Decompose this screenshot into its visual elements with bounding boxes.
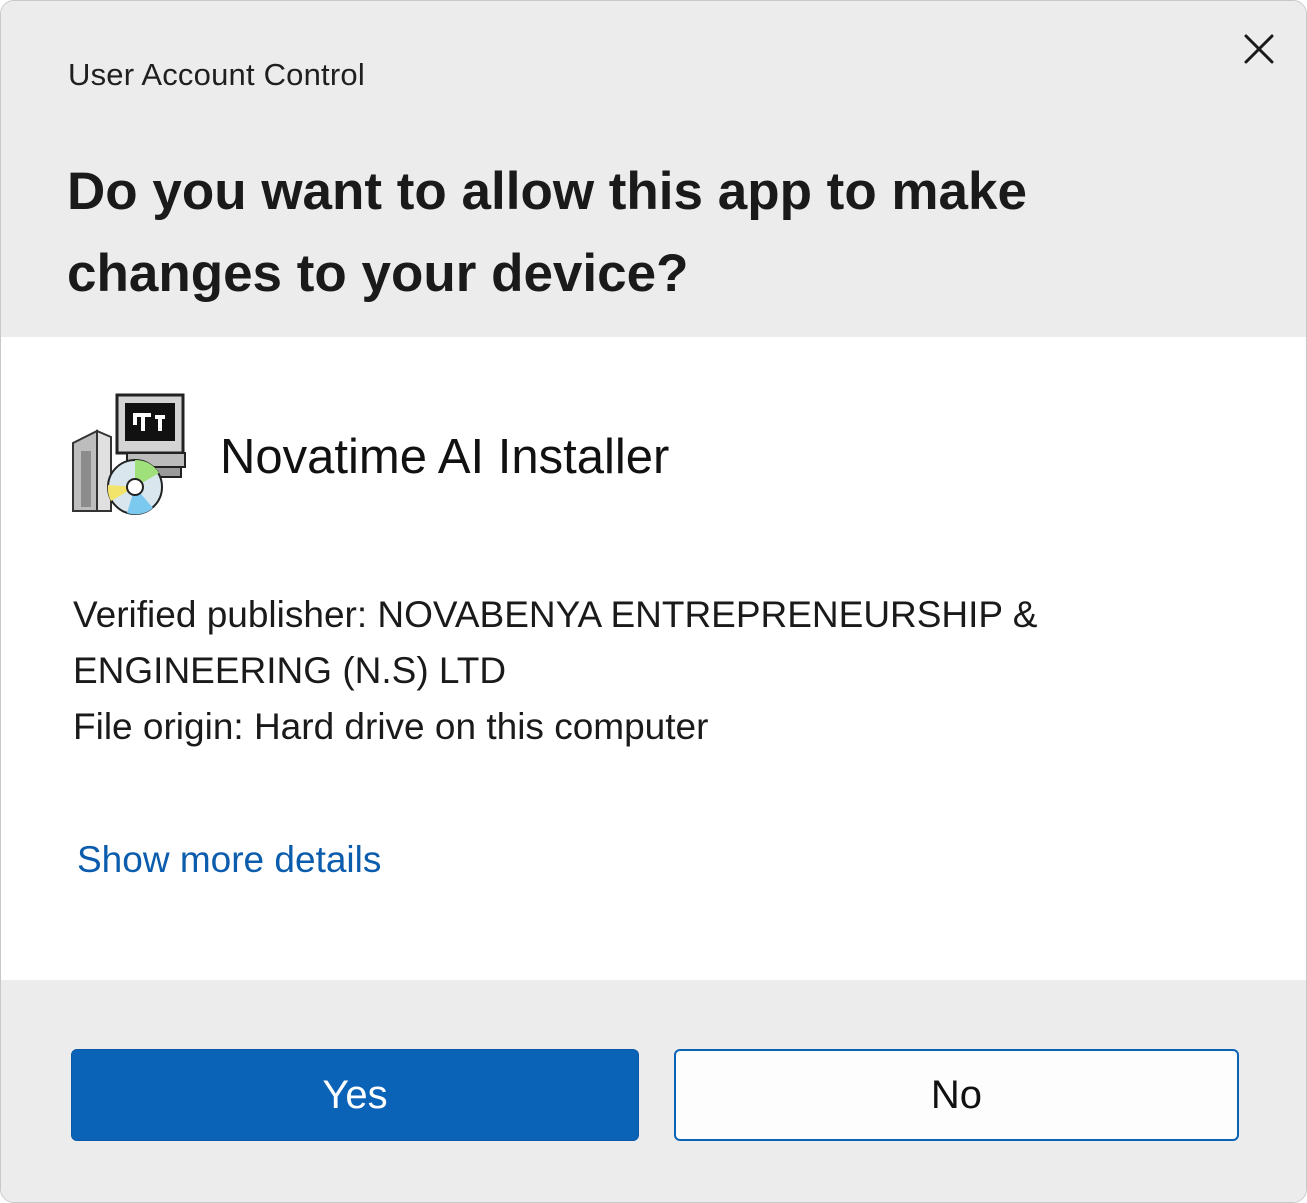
app-name: Novatime AI Installer <box>220 430 670 484</box>
dialog-caption: User Account Control <box>68 57 365 92</box>
dialog-header: User Account Control Do you want to allo… <box>1 1 1306 337</box>
publisher-line-continued: ENGINEERING (N.S) LTD <box>73 650 507 691</box>
uac-dialog: User Account Control Do you want to allo… <box>0 0 1307 1203</box>
dialog-question: Do you want to allow this app to make ch… <box>67 162 1027 303</box>
installer-package-icon <box>72 393 186 515</box>
publisher-info: Verified publisher: NOVABENYA ENTREPRENE… <box>73 587 1173 755</box>
close-button[interactable] <box>1233 25 1285 73</box>
publisher-line: Verified publisher: NOVABENYA ENTREPRENE… <box>73 594 1038 635</box>
close-icon <box>1244 34 1274 64</box>
no-button[interactable]: No <box>674 1049 1239 1141</box>
file-origin: File origin: Hard drive on this computer <box>73 706 709 747</box>
show-more-details-link[interactable]: Show more details <box>77 839 381 881</box>
yes-button[interactable]: Yes <box>71 1049 639 1141</box>
